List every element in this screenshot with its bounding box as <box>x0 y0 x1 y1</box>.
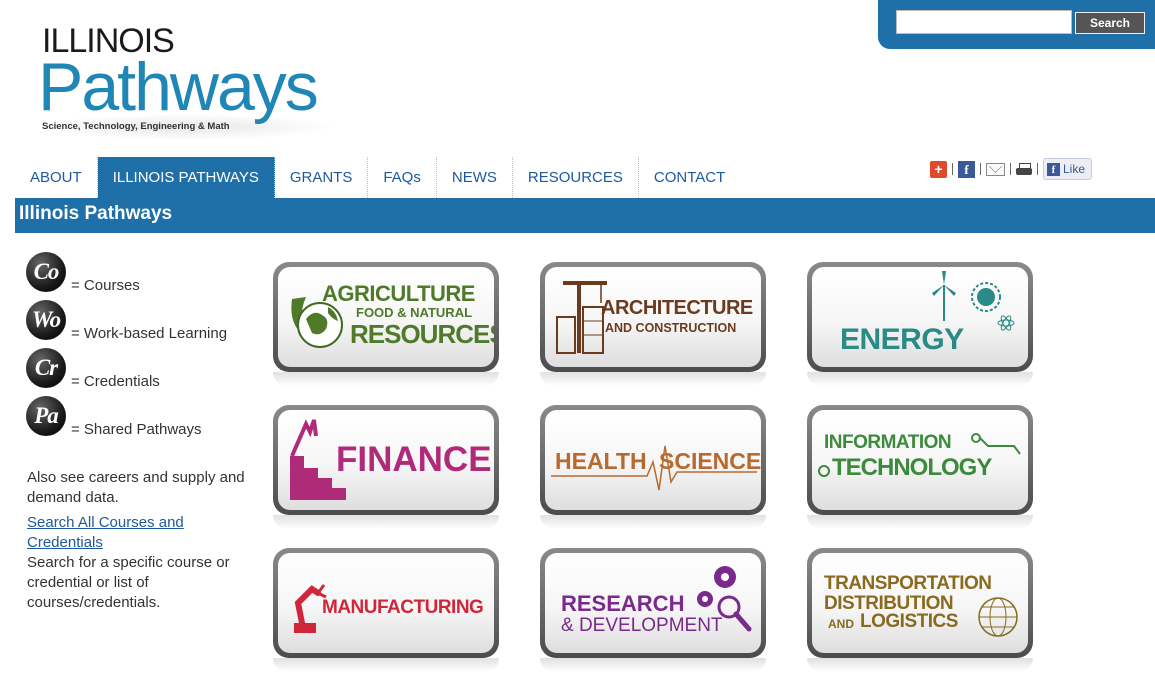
tile-energy[interactable]: ENERGY <box>807 262 1033 372</box>
nav-resources[interactable]: RESOURCES <box>513 157 639 198</box>
tile-energy-line1: ENERGY <box>840 323 964 356</box>
facebook-like-icon: f <box>1047 162 1060 176</box>
tile-manufacturing-line1: MANUFACTURING <box>322 597 484 618</box>
tile-information-technology-face: INFORMATION TECHNOLOGY <box>812 410 1028 510</box>
nav-news[interactable]: NEWS <box>437 157 513 198</box>
legend-item: Wo = Work-based Learning <box>26 300 256 348</box>
tile-health-line2: SCIENCE <box>659 448 761 474</box>
tile-research-line1: RESEARCH <box>561 591 685 616</box>
work-based-learning-badge-icon: Wo <box>26 300 66 340</box>
add-this-plus-icon[interactable]: + <box>930 160 947 178</box>
print-icon[interactable] <box>1016 162 1032 176</box>
legend-item: Co = Courses <box>26 252 256 300</box>
nav-about[interactable]: ABOUT <box>15 157 98 198</box>
tile-manufacturing[interactable]: MANUFACTURING <box>273 548 499 658</box>
separator <box>980 163 981 175</box>
legend-item: Cr = Credentials <box>26 348 256 396</box>
tile-transportation-line3: AND <box>828 617 854 631</box>
tile-reflection <box>273 515 499 529</box>
tile-transportation-line1: TRANSPORTATION <box>824 573 992 594</box>
tile-transportation-line4: LOGISTICS <box>860 611 958 632</box>
nav-faqs[interactable]: FAQs <box>368 157 437 198</box>
page-title: Illinois Pathways <box>15 198 1155 233</box>
search-input[interactable] <box>896 10 1072 34</box>
tile-agriculture-face: AGRICULTURE FOOD & NATURAL RESOURCES <box>278 267 494 367</box>
search-description: Search for a specific course or credenti… <box>27 554 230 611</box>
email-icon[interactable] <box>986 162 1005 176</box>
main-nav: ABOUT ILLINOIS PATHWAYS GRANTS FAQs NEWS… <box>15 157 740 198</box>
nav-illinois-pathways[interactable]: ILLINOIS PATHWAYS <box>97 157 275 198</box>
legend: Co = Courses Wo = Work-based Learning Cr… <box>26 252 256 444</box>
tile-energy-face: ENERGY <box>812 267 1028 367</box>
tile-information-technology[interactable]: INFORMATION TECHNOLOGY <box>807 405 1033 515</box>
tile-agriculture-line3: RESOURCES <box>350 319 494 349</box>
tile-research-development-face: RESEARCH & DEVELOPMENT <box>545 553 761 653</box>
tile-reflection <box>807 515 1033 529</box>
facebook-icon[interactable]: f <box>958 160 975 178</box>
globe-icon <box>978 597 1018 637</box>
shared-pathways-badge-icon: Pa <box>26 396 66 436</box>
tile-research-line2: & DEVELOPMENT <box>561 615 723 636</box>
legend-label: = Work-based Learning <box>71 325 228 342</box>
tile-finance-line1: FINANCE <box>336 440 492 479</box>
tile-agriculture-line2: FOOD & NATURAL <box>356 305 473 320</box>
tile-reflection <box>273 372 499 386</box>
tile-health-science[interactable]: HEALTH SCIENCE <box>540 405 766 515</box>
separator <box>952 163 953 175</box>
tile-architecture[interactable]: ARCHITECTURE AND CONSTRUCTION <box>540 262 766 372</box>
tile-infotech-line2: TECHNOLOGY <box>832 454 992 481</box>
separator <box>1037 163 1038 175</box>
courses-badge-icon: Co <box>26 252 66 292</box>
credentials-badge-icon: Cr <box>26 348 66 388</box>
tile-architecture-line2: AND CONSTRUCTION <box>605 321 737 335</box>
wind-solar-icon <box>932 271 1015 331</box>
search-all-courses-link[interactable]: Search All Courses and Credentials <box>27 513 247 553</box>
logo-pathways: Pathways <box>38 49 319 125</box>
tile-infotech-line1: INFORMATION <box>824 432 952 453</box>
tile-transportation[interactable]: TRANSPORTATION DISTRIBUTION AND LOGISTIC… <box>807 548 1033 658</box>
tile-transportation-face: TRANSPORTATION DISTRIBUTION AND LOGISTIC… <box>812 553 1028 653</box>
tile-architecture-line1: ARCHITECTURE <box>601 297 753 319</box>
illinois-pathways-logo[interactable]: ILLINOIS Pathways Science, Technology, E… <box>30 18 350 143</box>
like-label: Like <box>1063 162 1086 176</box>
tile-finance-face: FINANCE <box>278 410 494 510</box>
tile-reflection <box>540 515 766 529</box>
tile-finance[interactable]: FINANCE <box>273 405 499 515</box>
nav-grants[interactable]: GRANTS <box>275 157 369 198</box>
tile-reflection <box>807 372 1033 386</box>
legend-label: = Credentials <box>71 373 160 390</box>
social-toolbar: + f f Like <box>930 157 1093 181</box>
legend-label: = Courses <box>71 277 140 294</box>
tile-reflection <box>540 372 766 386</box>
tile-health-line1: HEALTH <box>555 448 647 474</box>
tile-health-science-face: HEALTH SCIENCE <box>545 410 761 510</box>
tile-agriculture[interactable]: AGRICULTURE FOOD & NATURAL RESOURCES <box>273 262 499 372</box>
tile-reflection <box>540 658 766 672</box>
tile-architecture-face: ARCHITECTURE AND CONSTRUCTION <box>545 267 761 367</box>
separator <box>1010 163 1011 175</box>
legend-item: Pa = Shared Pathways <box>26 396 256 444</box>
logo-tagline: Science, Technology, Engineering & Math <box>42 121 230 132</box>
search-button[interactable]: Search <box>1075 12 1145 34</box>
tile-agriculture-line1: AGRICULTURE <box>322 281 475 306</box>
search-bar: Search <box>878 0 1155 49</box>
facebook-like-button[interactable]: f Like <box>1043 158 1093 180</box>
tile-research-development[interactable]: RESEARCH & DEVELOPMENT <box>540 548 766 658</box>
nav-contact[interactable]: CONTACT <box>639 157 740 198</box>
tile-manufacturing-face: MANUFACTURING <box>278 553 494 653</box>
tile-reflection <box>807 658 1033 672</box>
tile-reflection <box>273 658 499 672</box>
careers-note: Also see careers and supply and demand d… <box>27 469 245 506</box>
legend-label: = Shared Pathways <box>71 421 202 438</box>
